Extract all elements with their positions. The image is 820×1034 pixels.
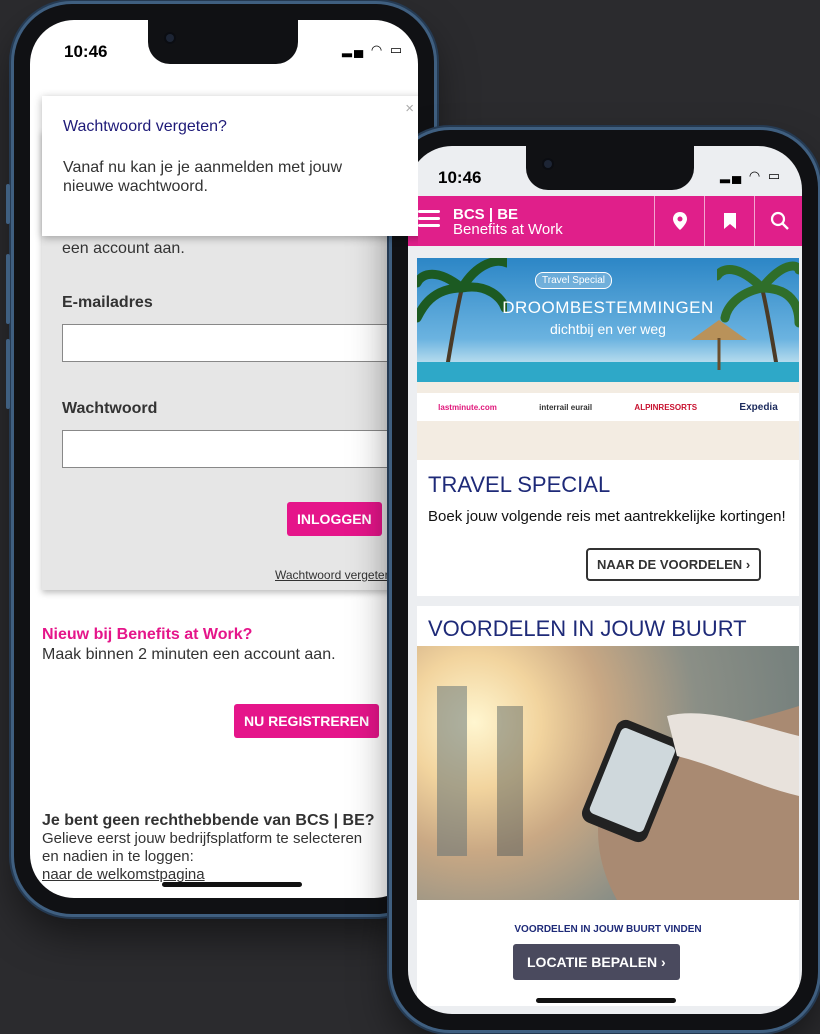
- to-deals-button[interactable]: NAAR DE VOORDELEN ›: [586, 548, 762, 581]
- location-pin-icon[interactable]: [654, 196, 705, 246]
- partner-logo: interrail eurail: [539, 402, 593, 412]
- email-label: E-mailadres: [62, 294, 153, 311]
- banner-subtitle: dichtbij en ver weg: [550, 321, 666, 337]
- not-eligible-text-1: Gelieve eerst jouw bedrijfsplatform te s…: [42, 830, 363, 847]
- status-time: 10:46: [438, 168, 482, 187]
- volume-up-button: [6, 254, 10, 324]
- travel-banner[interactable]: Travel Special DROOMBESTEMMINGEN dichtbi…: [417, 258, 799, 460]
- travel-heading: TRAVEL SPECIAL: [428, 472, 611, 497]
- banner-title: DROOMBESTEMMINGEN: [502, 298, 714, 317]
- status-icons: ▂▄ ◠ ▭: [720, 168, 782, 184]
- login-button[interactable]: INLOGGEN: [287, 502, 382, 536]
- not-eligible-heading: Je bent geen rechthebbende van BCS | BE?: [42, 812, 375, 829]
- battery-icon: ▭: [767, 168, 783, 183]
- status-time: 10:46: [64, 42, 108, 61]
- home-indicator: [536, 998, 676, 1003]
- nearby-card: VOORDELEN IN JOUW BUURT VOORDELEN IN JOU…: [417, 606, 799, 1006]
- close-icon[interactable]: ×: [405, 100, 414, 117]
- password-reset-popup: Wachtwoord vergeten? Vanaf nu kan je je …: [42, 96, 418, 236]
- app-header: BCS | BE Benefits at Work: [408, 196, 802, 246]
- register-heading: Nieuw bij Benefits at Work?: [42, 626, 253, 643]
- travel-text: Boek jouw volgende reis met aantrekkelij…: [428, 508, 786, 525]
- locate-label: LOCATIE BEPALEN: [527, 954, 658, 970]
- travel-card[interactable]: Travel Special DROOMBESTEMMINGEN dichtbi…: [417, 258, 799, 596]
- search-icon[interactable]: [754, 196, 802, 246]
- chevron-right-icon: ›: [745, 557, 751, 572]
- popup-title: Wachtwoord vergeten?: [63, 118, 227, 135]
- chevron-right-icon: ›: [661, 954, 666, 970]
- notch: [148, 20, 298, 64]
- mute-switch: [6, 184, 10, 224]
- menu-icon[interactable]: [418, 210, 440, 228]
- to-deals-label: NAAR DE VOORDELEN: [597, 557, 743, 572]
- left-phone: 10:46 ▂▄ ◠ ▭ Wachtwoord vergeten? Vanaf …: [6, 4, 434, 914]
- right-phone: 10:46 ▂▄ ◠ ▭ BCS | BE Benefits at Work T…: [392, 130, 818, 1030]
- brand-tagline: Benefits at Work: [453, 221, 563, 238]
- signal-icon: ▂▄: [720, 168, 744, 183]
- popup-message: Vanaf nu kan je je aanmelden met jouw ni…: [63, 159, 342, 195]
- nearby-subheading: VOORDELEN IN JOUW BUURT VINDEN: [514, 924, 702, 935]
- status-icons: ▂▄ ◠ ▭: [342, 42, 404, 58]
- forgot-password-link[interactable]: Wachtwoord vergeten?: [275, 568, 398, 582]
- nearby-photo: [417, 646, 799, 900]
- email-field[interactable]: [62, 324, 392, 362]
- home-indicator: [162, 882, 302, 887]
- right-screen: 10:46 ▂▄ ◠ ▭ BCS | BE Benefits at Work T…: [408, 146, 802, 1014]
- left-screen: 10:46 ▂▄ ◠ ▭ Wachtwoord vergeten? Vanaf …: [30, 20, 418, 898]
- locate-button[interactable]: LOCATIE BEPALEN ›: [513, 944, 680, 980]
- bookmark-icon[interactable]: [704, 196, 755, 246]
- banner-badge: Travel Special: [535, 272, 612, 289]
- signal-icon: ▂▄: [342, 42, 366, 57]
- nearby-heading: VOORDELEN IN JOUW BUURT: [428, 616, 747, 641]
- partner-logo: lastminute.com: [438, 402, 497, 412]
- password-field[interactable]: [62, 430, 392, 468]
- clipped-intro-text: een account aan.: [62, 240, 185, 257]
- register-text: Maak binnen 2 minuten een account aan.: [42, 646, 336, 663]
- partner-logo: ALPINRESORTS: [634, 402, 698, 412]
- notch: [526, 146, 694, 190]
- partner-logos: lastminute.com interrail eurail ALPINRES…: [417, 393, 799, 421]
- password-label: Wachtwoord: [62, 400, 158, 417]
- wifi-icon: ◠: [370, 42, 385, 57]
- volume-down-button: [6, 339, 10, 409]
- battery-icon: ▭: [389, 42, 405, 57]
- not-eligible-text-2: en nadien in te loggen:: [42, 848, 194, 865]
- welcome-page-link[interactable]: naar de welkomstpagina: [42, 866, 205, 883]
- wifi-icon: ◠: [748, 168, 763, 183]
- register-button[interactable]: NU REGISTREREN: [234, 704, 380, 738]
- partner-logo: Expedia: [739, 401, 778, 413]
